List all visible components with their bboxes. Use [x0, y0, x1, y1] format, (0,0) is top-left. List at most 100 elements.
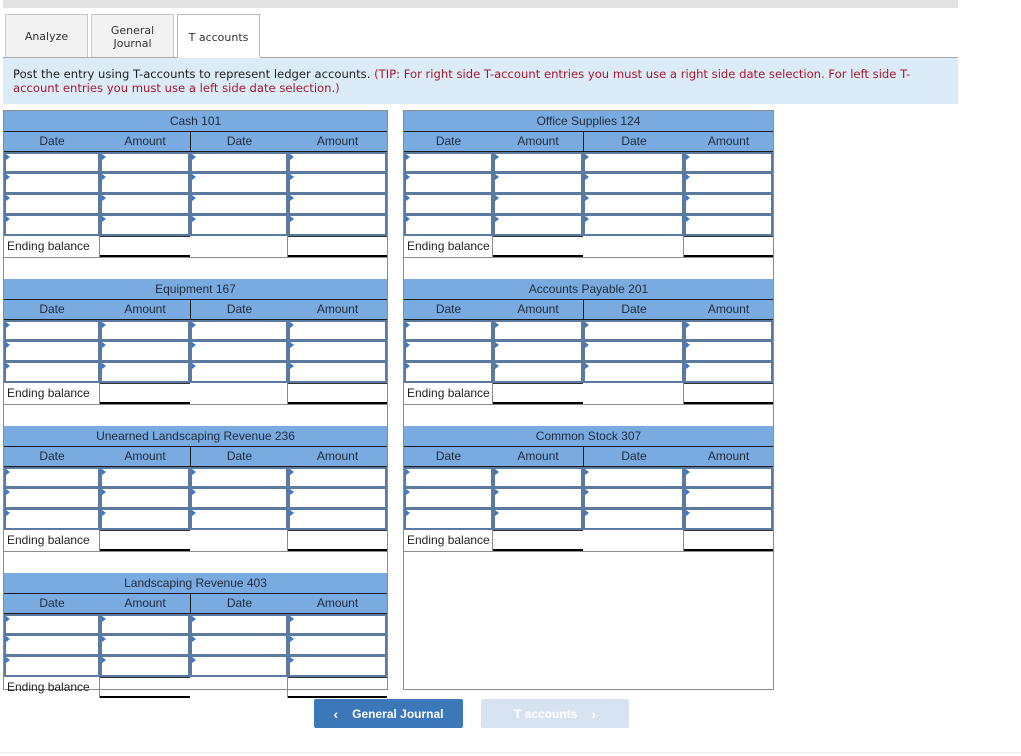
debit-amount-input[interactable] — [493, 194, 583, 215]
debit-date-select[interactable] — [4, 194, 100, 215]
credit-date-select[interactable] — [190, 152, 288, 173]
credit-amount-input[interactable] — [684, 509, 773, 530]
debit-amount-input[interactable] — [100, 635, 190, 656]
debit-amount-input[interactable] — [100, 320, 190, 341]
debit-amount-input[interactable] — [100, 362, 190, 383]
debit-date-select[interactable] — [404, 152, 493, 173]
debit-amount-input[interactable] — [100, 509, 190, 530]
debit-amount-input[interactable] — [100, 614, 190, 635]
debit-date-select[interactable] — [404, 341, 493, 362]
debit-amount-input[interactable] — [100, 173, 190, 194]
credit-date-select[interactable] — [583, 152, 684, 173]
credit-amount-input[interactable] — [288, 614, 387, 635]
debit-date-select[interactable] — [404, 467, 493, 488]
debit-ending-balance-input[interactable] — [100, 236, 190, 257]
debit-amount-input[interactable] — [100, 467, 190, 488]
credit-date-select[interactable] — [190, 488, 288, 509]
credit-amount-input[interactable] — [288, 509, 387, 530]
credit-ending-balance-input[interactable] — [288, 530, 387, 551]
credit-amount-input[interactable] — [288, 152, 387, 173]
debit-amount-input[interactable] — [493, 341, 583, 362]
debit-amount-input[interactable] — [100, 152, 190, 173]
credit-amount-input[interactable] — [288, 467, 387, 488]
debit-amount-input[interactable] — [100, 194, 190, 215]
credit-amount-input[interactable] — [288, 215, 387, 236]
debit-date-select[interactable] — [4, 215, 100, 236]
debit-amount-input[interactable] — [493, 320, 583, 341]
debit-date-select[interactable] — [404, 194, 493, 215]
credit-date-select[interactable] — [190, 635, 288, 656]
credit-ending-balance-input[interactable] — [684, 236, 773, 257]
debit-amount-input[interactable] — [493, 509, 583, 530]
debit-amount-input[interactable] — [493, 467, 583, 488]
credit-date-select[interactable] — [583, 509, 684, 530]
credit-amount-input[interactable] — [288, 635, 387, 656]
debit-ending-balance-input[interactable] — [100, 530, 190, 551]
debit-date-select[interactable] — [4, 467, 100, 488]
tab-general-journal[interactable]: General Journal — [91, 14, 174, 58]
credit-amount-input[interactable] — [288, 488, 387, 509]
credit-amount-input[interactable] — [288, 362, 387, 383]
debit-amount-input[interactable] — [100, 215, 190, 236]
credit-date-select[interactable] — [583, 467, 684, 488]
debit-date-select[interactable] — [404, 215, 493, 236]
credit-amount-input[interactable] — [684, 320, 773, 341]
debit-amount-input[interactable] — [100, 656, 190, 677]
debit-date-select[interactable] — [404, 173, 493, 194]
credit-date-select[interactable] — [190, 467, 288, 488]
debit-ending-balance-input[interactable] — [493, 530, 583, 551]
debit-date-select[interactable] — [404, 362, 493, 383]
debit-date-select[interactable] — [4, 656, 100, 677]
debit-date-select[interactable] — [4, 152, 100, 173]
credit-date-select[interactable] — [583, 320, 684, 341]
debit-date-select[interactable] — [4, 320, 100, 341]
debit-amount-input[interactable] — [493, 362, 583, 383]
debit-amount-input[interactable] — [493, 152, 583, 173]
tab-analyze[interactable]: Analyze — [5, 14, 88, 58]
credit-amount-input[interactable] — [288, 656, 387, 677]
credit-date-select[interactable] — [190, 656, 288, 677]
credit-amount-input[interactable] — [684, 467, 773, 488]
debit-date-select[interactable] — [4, 509, 100, 530]
credit-amount-input[interactable] — [288, 173, 387, 194]
debit-date-select[interactable] — [4, 173, 100, 194]
credit-date-select[interactable] — [190, 194, 288, 215]
debit-ending-balance-input[interactable] — [100, 383, 190, 404]
debit-date-select[interactable] — [404, 320, 493, 341]
credit-date-select[interactable] — [190, 173, 288, 194]
credit-date-select[interactable] — [583, 173, 684, 194]
debit-date-select[interactable] — [4, 635, 100, 656]
credit-date-select[interactable] — [190, 509, 288, 530]
credit-date-select[interactable] — [190, 320, 288, 341]
credit-ending-balance-input[interactable] — [288, 236, 387, 257]
credit-amount-input[interactable] — [288, 320, 387, 341]
credit-date-select[interactable] — [190, 341, 288, 362]
tab-t-accounts[interactable]: T accounts — [177, 14, 260, 59]
credit-date-select[interactable] — [583, 341, 684, 362]
debit-amount-input[interactable] — [100, 341, 190, 362]
credit-ending-balance-input[interactable] — [288, 383, 387, 404]
credit-ending-balance-input[interactable] — [684, 530, 773, 551]
credit-date-select[interactable] — [190, 614, 288, 635]
credit-amount-input[interactable] — [684, 341, 773, 362]
credit-date-select[interactable] — [583, 194, 684, 215]
debit-amount-input[interactable] — [100, 488, 190, 509]
debit-ending-balance-input[interactable] — [493, 383, 583, 404]
credit-amount-input[interactable] — [288, 341, 387, 362]
credit-date-select[interactable] — [583, 362, 684, 383]
debit-date-select[interactable] — [4, 341, 100, 362]
debit-amount-input[interactable] — [493, 173, 583, 194]
debit-amount-input[interactable] — [493, 488, 583, 509]
debit-amount-input[interactable] — [493, 215, 583, 236]
credit-date-select[interactable] — [190, 215, 288, 236]
credit-date-select[interactable] — [583, 215, 684, 236]
credit-amount-input[interactable] — [684, 173, 773, 194]
credit-date-select[interactable] — [583, 488, 684, 509]
prev-general-journal-button[interactable]: ‹ General Journal — [314, 699, 463, 728]
debit-date-select[interactable] — [404, 509, 493, 530]
debit-date-select[interactable] — [4, 362, 100, 383]
credit-amount-input[interactable] — [684, 152, 773, 173]
debit-date-select[interactable] — [4, 614, 100, 635]
debit-date-select[interactable] — [404, 488, 493, 509]
credit-ending-balance-input[interactable] — [684, 383, 773, 404]
